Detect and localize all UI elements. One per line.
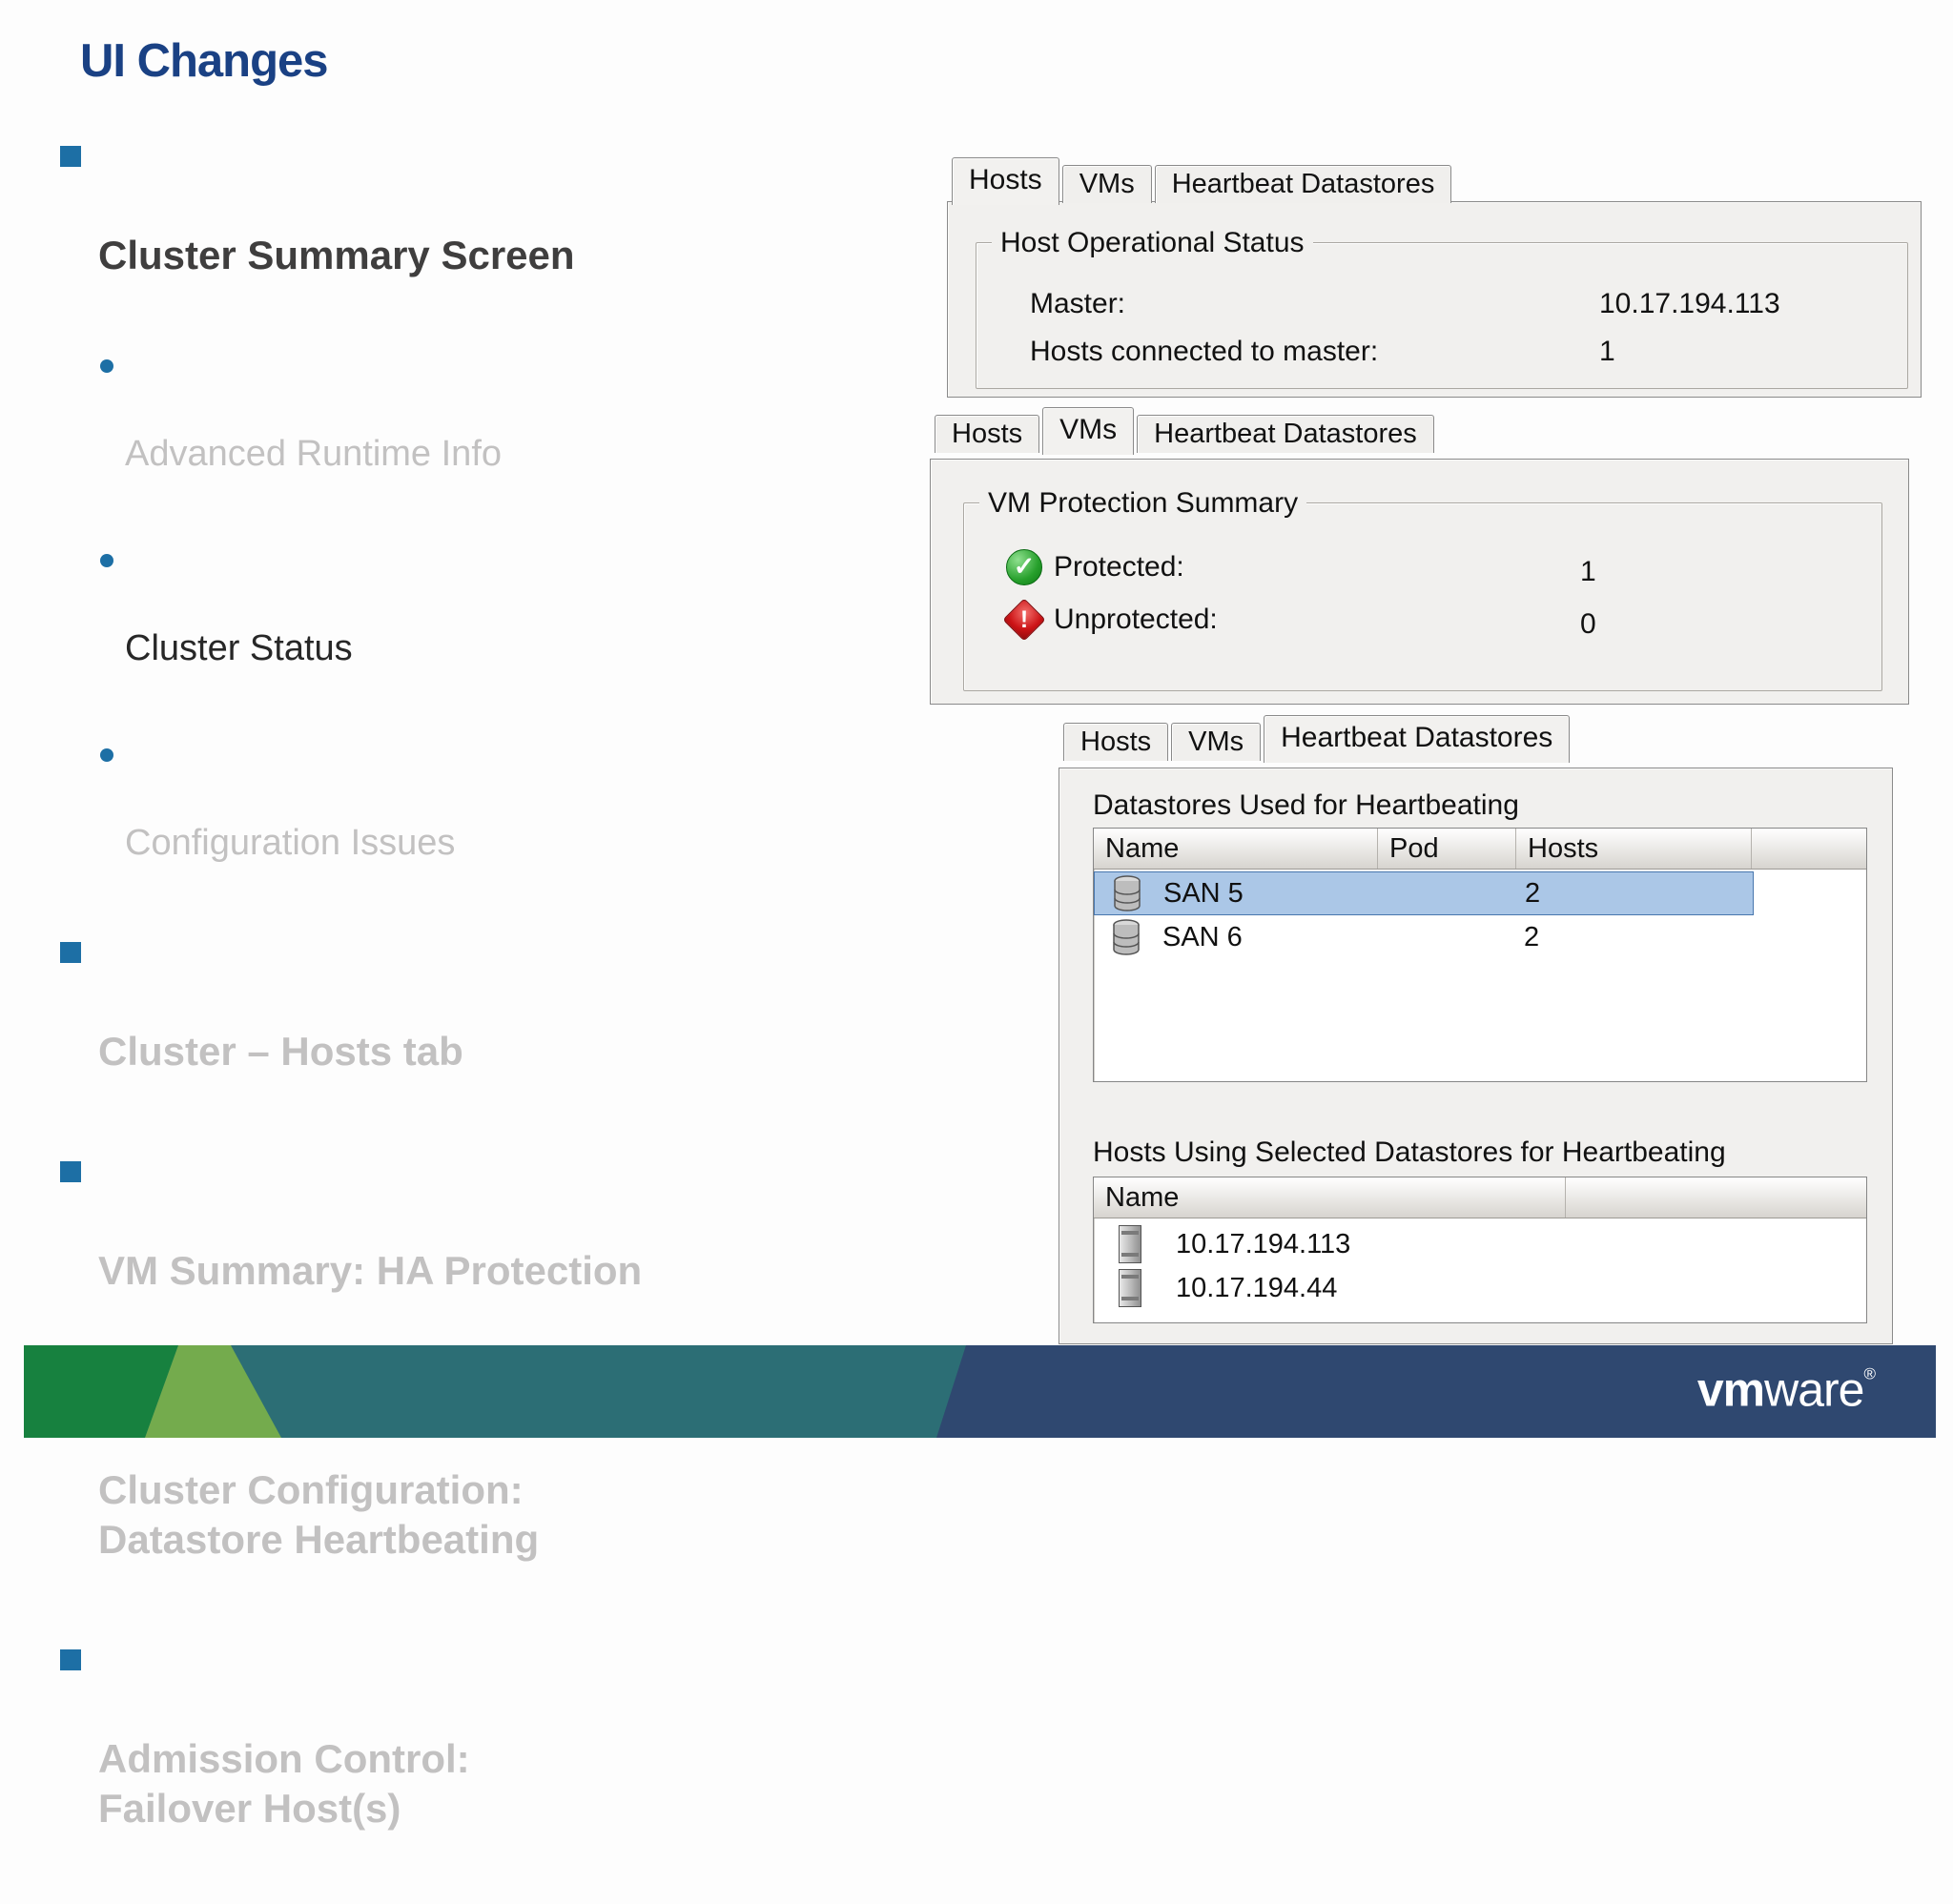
- host-icon: [1119, 1269, 1141, 1307]
- tab-hosts[interactable]: Hosts: [1063, 723, 1169, 761]
- heartbeat-datastores-tab-screenshot: Hosts VMs Heartbeat Datastores Datastore…: [1059, 713, 1893, 1344]
- tab-heartbeat-datastores[interactable]: Heartbeat Datastores: [1154, 165, 1452, 203]
- tab-heartbeat-datastores[interactable]: Heartbeat Datastores: [1264, 715, 1571, 763]
- square-bullet-icon: [60, 942, 81, 963]
- datastore-name: SAN 6: [1162, 921, 1243, 952]
- vm-protection-summary-groupbox: VM Protection Summary ✓ Protected: 1 ! U…: [963, 487, 1882, 691]
- bullet-label: Configuration Issues: [125, 823, 456, 863]
- tab-hosts[interactable]: Hosts: [935, 415, 1040, 453]
- round-bullet-icon: [100, 359, 113, 373]
- master-value: 10.17.194.113: [1599, 288, 1780, 319]
- datastores-table-header: Name Pod Hosts: [1094, 829, 1866, 870]
- tab-heartbeat-datastores[interactable]: Heartbeat Datastores: [1137, 415, 1434, 453]
- datastores-section-title: Datastores Used for Heartbeating: [1093, 789, 1519, 821]
- host-name: 10.17.194.113: [1176, 1228, 1351, 1259]
- datastore-icon: [1111, 918, 1141, 956]
- bullet-configuration-issues: Configuration Issues: [60, 733, 747, 909]
- round-bullet-icon: [100, 748, 113, 762]
- unprotected-alert-icon: !: [1002, 598, 1046, 642]
- square-bullet-icon: [60, 146, 81, 167]
- column-header-pod[interactable]: Pod: [1378, 829, 1516, 869]
- datastore-hosts-count: 2: [1524, 921, 1540, 952]
- bullet-label: Cluster Configuration: Datastore Heartbe…: [98, 1467, 540, 1562]
- hosts-table-header: Name: [1094, 1177, 1866, 1218]
- footer-navy-shape: [936, 1345, 1936, 1438]
- bullet-label: Cluster – Hosts tab: [98, 1029, 463, 1074]
- hosts-connected-value: 1: [1599, 336, 1615, 367]
- bullet-label: VM Summary: HA Protection: [98, 1248, 643, 1293]
- column-header-empty: [1566, 1177, 1866, 1218]
- bullet-cluster-hosts-tab: Cluster – Hosts tab: [60, 928, 747, 1126]
- vmware-logo-ware: ware: [1764, 1362, 1864, 1417]
- bullet-cluster-status: Cluster Status: [60, 539, 747, 714]
- registered-trademark-icon: ®: [1863, 1364, 1875, 1383]
- table-row-host-44[interactable]: 10.17.194.44: [1094, 1266, 1866, 1310]
- bullet-label: Advanced Runtime Info: [125, 434, 503, 474]
- protected-value: 1: [1580, 556, 1596, 587]
- bullet-admission-control-failover-hosts: Admission Control: Failover Host(s): [60, 1635, 747, 1883]
- page-title: UI Changes: [80, 35, 329, 87]
- hosts-connected-label: Hosts connected to master:: [1030, 336, 1379, 367]
- master-label: Master:: [1030, 288, 1126, 319]
- bullet-vm-summary-ha-protection: VM Summary: HA Protection: [60, 1147, 747, 1345]
- host-name: 10.17.194.44: [1176, 1272, 1338, 1303]
- footer-bar: vmware®: [24, 1345, 1936, 1438]
- column-header-name[interactable]: Name: [1094, 1177, 1566, 1218]
- datastores-table: Name Pod Hosts SAN 5 2 SAN 6 2: [1093, 828, 1867, 1082]
- tab-vms[interactable]: VMs: [1042, 407, 1135, 455]
- square-bullet-icon: [60, 1649, 81, 1670]
- table-row-host-113[interactable]: 10.17.194.113: [1094, 1222, 1866, 1266]
- tab-hosts[interactable]: Hosts: [952, 157, 1059, 205]
- protected-check-icon: ✓: [1006, 549, 1042, 585]
- datastore-name: SAN 5: [1163, 877, 1244, 909]
- bullet-label: Cluster Summary Screen: [98, 233, 575, 277]
- host-icon: [1119, 1225, 1141, 1263]
- datastore-icon: [1112, 874, 1142, 912]
- vmware-logo-vm: vm: [1696, 1362, 1765, 1417]
- bullet-label: Admission Control: Failover Host(s): [98, 1736, 470, 1831]
- hosts-table: Name 10.17.194.113 10.17.194.44: [1093, 1177, 1867, 1323]
- bullet-advanced-runtime-info: Advanced Runtime Info: [60, 344, 747, 520]
- round-bullet-icon: [100, 554, 113, 567]
- vmware-logo: vmware®: [1696, 1361, 1876, 1417]
- bullet-label: Cluster Status: [125, 628, 353, 668]
- table-row-san5[interactable]: SAN 5 2: [1094, 871, 1754, 915]
- hosts-section-title: Hosts Using Selected Datastores for Hear…: [1093, 1136, 1726, 1168]
- column-header-name[interactable]: Name: [1094, 829, 1378, 869]
- groupbox-title: Host Operational Status: [992, 227, 1313, 259]
- square-bullet-icon: [60, 1161, 81, 1182]
- vms-tab-screenshot: Hosts VMs Heartbeat Datastores VM Protec…: [930, 405, 1909, 705]
- tab-vms[interactable]: VMs: [1171, 723, 1262, 761]
- host-operational-status-groupbox: Host Operational Status Master: 10.17.19…: [976, 227, 1908, 389]
- column-header-hosts[interactable]: Hosts: [1516, 829, 1752, 869]
- protected-label: Protected:: [1054, 551, 1184, 583]
- table-row-san6[interactable]: SAN 6 2: [1094, 915, 1754, 959]
- bullet-list: Cluster Summary Screen Advanced Runtime …: [60, 132, 747, 1904]
- column-header-empty: [1752, 829, 1866, 869]
- groupbox-title: VM Protection Summary: [979, 487, 1307, 520]
- datastore-hosts-count: 2: [1525, 877, 1541, 909]
- tab-vms[interactable]: VMs: [1061, 165, 1152, 203]
- hosts-tab-screenshot: Hosts VMs Heartbeat Datastores Host Oper…: [947, 155, 1922, 398]
- unprotected-value: 0: [1580, 608, 1596, 640]
- unprotected-label: Unprotected:: [1054, 604, 1218, 635]
- bullet-cluster-summary-screen: Cluster Summary Screen: [60, 132, 747, 330]
